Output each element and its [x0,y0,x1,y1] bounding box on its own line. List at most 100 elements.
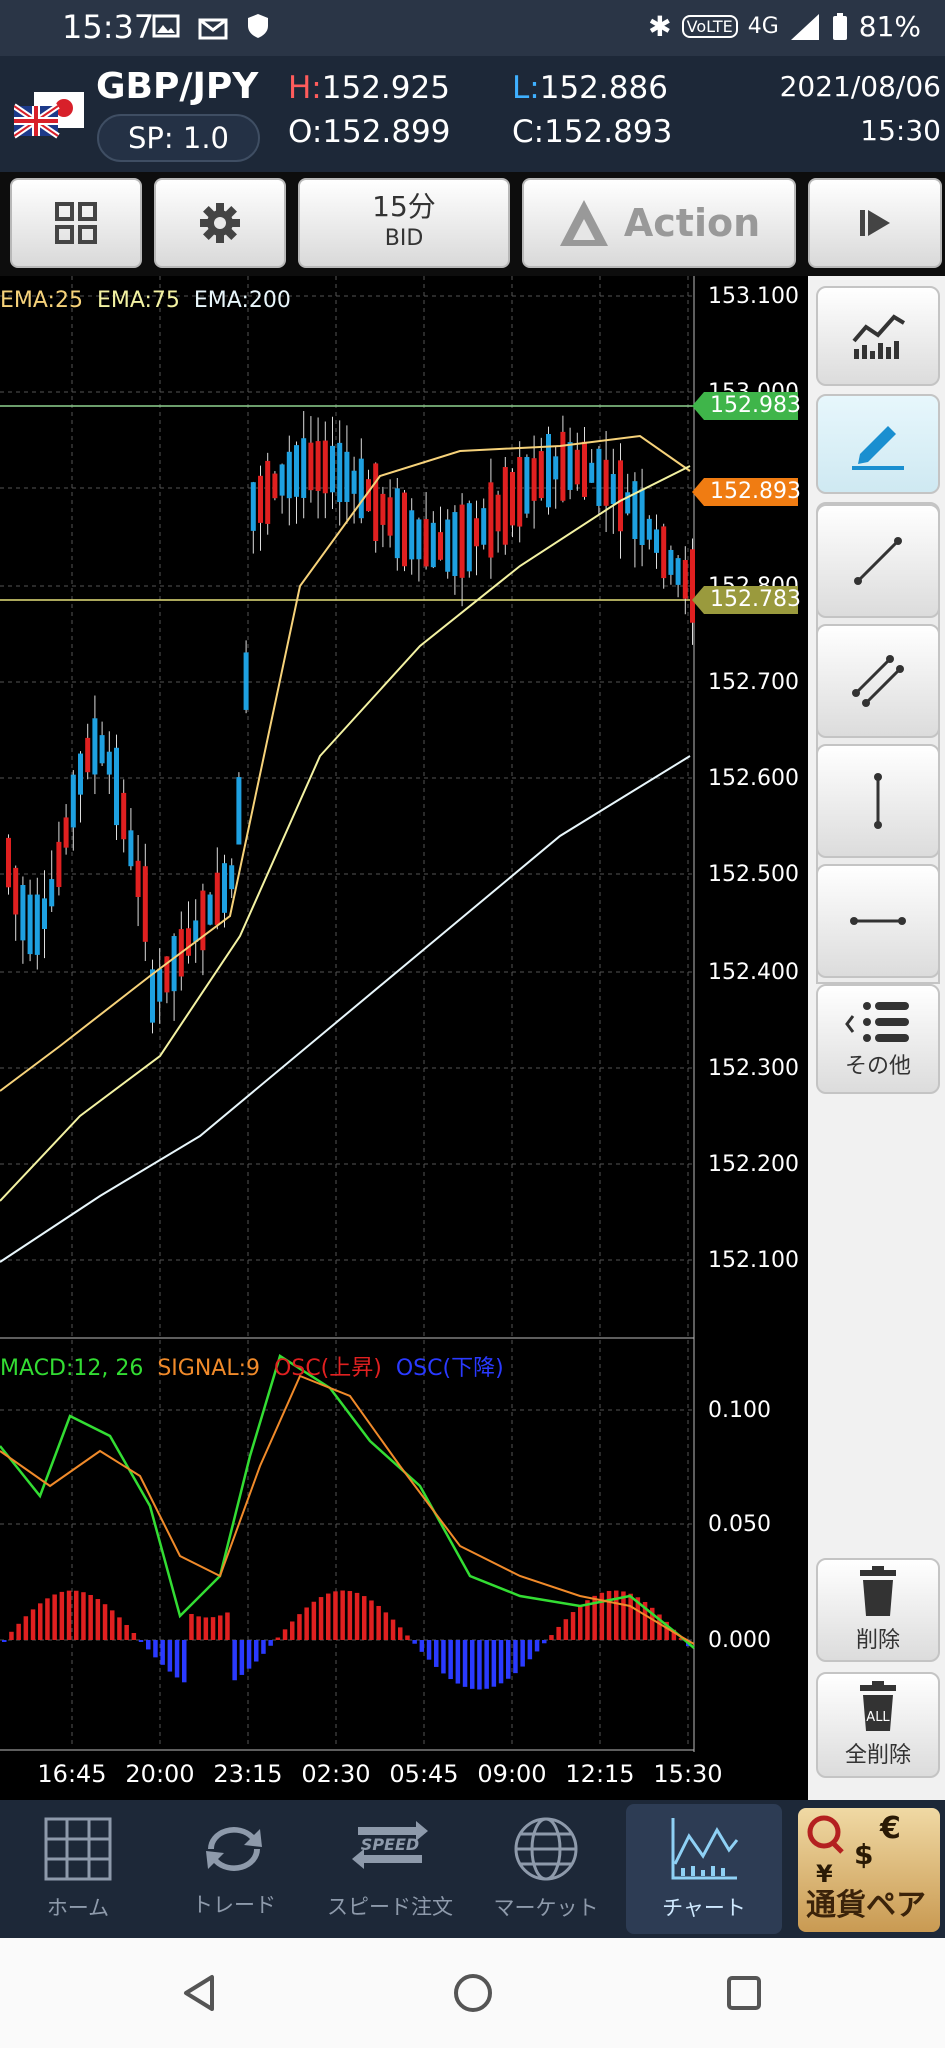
currency-pairs-button[interactable]: € $ ¥ 通貨ペア [798,1808,940,1932]
nav-chart-label: チャート [662,1896,746,1920]
candle-body [171,936,177,992]
candle-body [574,449,580,485]
nav-home[interactable]: ホーム [0,1800,156,1938]
macd-histogram-bar [340,1590,345,1640]
macd-histogram-bar [318,1597,324,1640]
macd-histogram-bar [354,1592,360,1640]
battery-icon [832,12,847,40]
header-date: 2021/08/06 [779,70,941,103]
macd-tick: 0.050 [708,1512,771,1537]
candle-body [114,747,119,826]
price-tick: 152.600 [708,766,799,791]
globe-icon [514,1817,578,1881]
candle-body [661,526,667,579]
candle-body [553,456,559,480]
open-value: 152.899 [322,114,451,150]
header-time: 15:30 [860,114,941,147]
macd-label: MACD:12, 26 [0,1356,144,1381]
candle-body [495,494,501,532]
price-chart[interactable] [0,276,808,1800]
macd-histogram-bar [520,1640,525,1667]
status-icons [152,12,270,40]
time-tick: 20:00 [125,1760,195,1788]
candle-body [639,489,645,546]
macd-histogram-bar [441,1640,446,1674]
macd-histogram-bar [210,1617,216,1640]
macd-histogram-bar [110,1610,115,1640]
candle-body [49,879,55,907]
candle-body [517,456,523,527]
volte-icon: VoLTE [681,15,738,38]
candle-body [42,898,47,929]
nav-speed-label: スピード注文 [327,1895,453,1919]
macd-histogram-bar [390,1619,396,1640]
delete-all-button[interactable]: ALL 全削除 [816,1672,940,1778]
candle-body [531,458,537,501]
svg-text:$: $ [854,1838,873,1871]
macd-histogram-bar [131,1633,137,1640]
candle-body [121,792,127,840]
ema200-label: EMA:200 [193,288,291,313]
candle-body [20,885,26,941]
time-tick: 02:30 [301,1760,371,1788]
chart-area[interactable]: EMA:25 EMA:75 EMA:200 MACD:12, 26 SIGNAL… [0,276,808,1800]
home-circle-icon[interactable] [452,1972,494,2014]
settings-button[interactable] [154,178,286,268]
delete-all-label: 全削除 [844,1743,911,1768]
candle-body [34,894,40,955]
layout-button[interactable] [10,178,142,268]
grid-icon [55,202,97,244]
recents-icon[interactable] [725,1974,763,2012]
macd-histogram-bar [578,1605,583,1640]
draw-mode-button[interactable] [816,394,940,494]
nav-market[interactable]: マーケット [468,1800,624,1938]
candle-body [603,459,609,506]
drawing-tools-panel: その他 削除 ALL 全削除 [808,276,945,1800]
candle-body [301,438,307,498]
osc-up-label: OSC(上昇) [274,1356,382,1381]
candle-body [78,753,83,795]
play-button[interactable] [808,178,942,268]
macd-histogram-bar [268,1640,273,1646]
timeframe-button[interactable]: 15分 BID [298,178,510,268]
macd-histogram-bar [290,1621,295,1640]
channel-line-tool[interactable] [816,624,940,738]
macd-histogram-bar [333,1591,338,1640]
nav-speed-order[interactable]: SPEED スピード注文 [312,1800,468,1938]
currency-pair[interactable]: GBP/JPY [96,66,258,107]
candle-body [236,777,242,845]
battery-level: 81% [858,10,921,43]
macd-histogram-bar [297,1614,302,1640]
ema25-label: EMA:25 [0,288,83,313]
macd-histogram-bar [167,1640,173,1672]
macd-tick: 0.100 [708,1398,771,1423]
nav-chart[interactable]: チャート [626,1804,782,1934]
candle-body [567,442,573,490]
macd-histogram-bar [491,1640,497,1687]
macd-histogram-bar [232,1640,237,1681]
horizontal-line-tool[interactable] [816,864,940,978]
other-tools-button[interactable]: その他 [816,984,940,1094]
high-price: H:152.925 [288,70,450,106]
trade-arrows-icon [206,1827,262,1871]
candle-body [596,448,602,506]
action-button[interactable]: Action [522,178,796,268]
trend-line-tool[interactable] [816,504,940,618]
macd-histogram-bar [23,1616,29,1640]
nav-trade[interactable]: トレード [156,1800,312,1938]
candle-body [668,549,674,575]
spread-badge: SP: 1.0 [97,114,260,162]
gear-icon [200,203,240,243]
macd-histogram-bar [189,1613,194,1640]
candle-body [308,442,314,491]
macd-histogram-bar [74,1590,79,1640]
time-tick: 15:30 [653,1760,723,1788]
back-icon[interactable] [180,1973,220,2013]
vertical-line-tool[interactable] [816,744,940,858]
indicator-button[interactable] [816,286,940,386]
candle-body [466,503,472,572]
delete-button[interactable]: 削除 [816,1558,940,1662]
currency-pairs-label: 通貨ペア [806,1888,926,1923]
indicator-chart-icon [852,314,906,359]
open-price: O:152.899 [288,114,451,150]
